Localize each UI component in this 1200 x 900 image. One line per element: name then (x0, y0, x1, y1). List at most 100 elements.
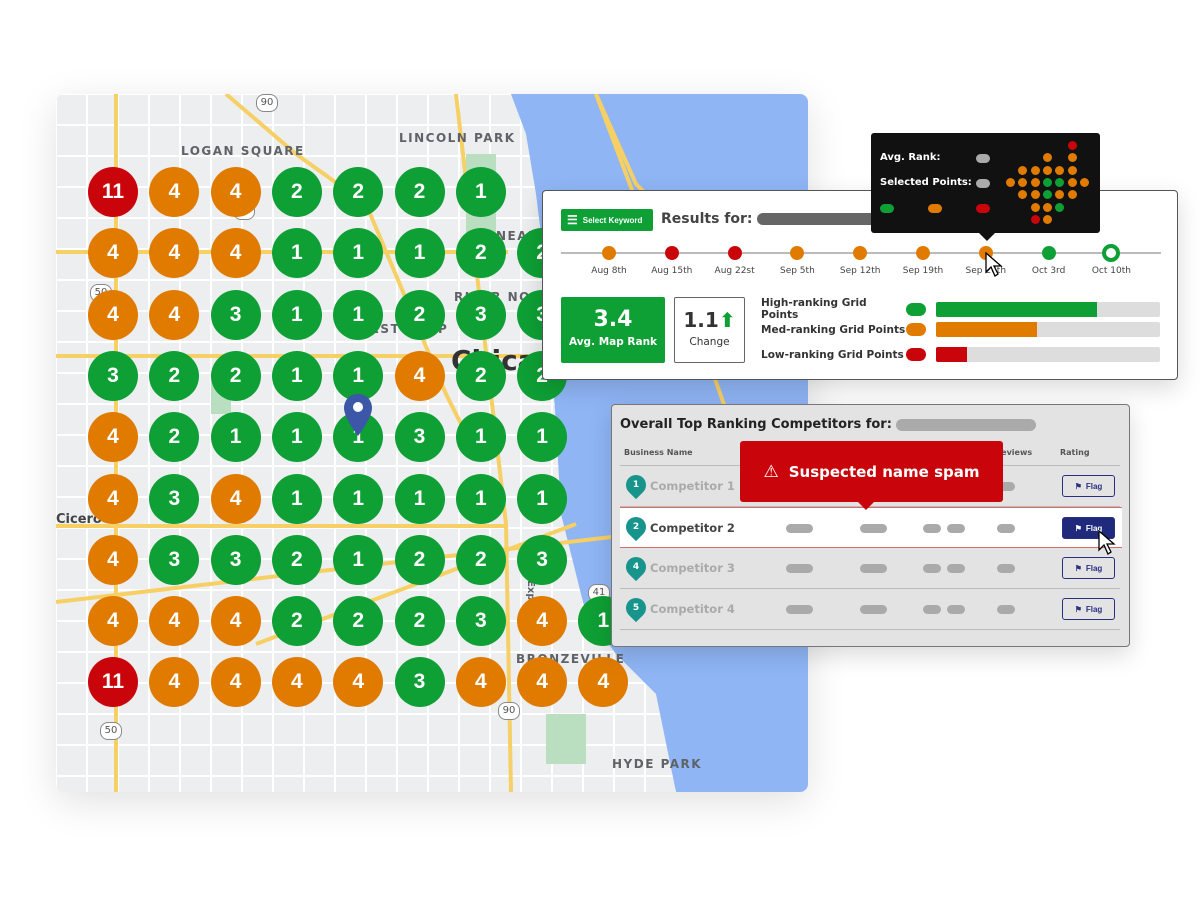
grid-point[interactable]: 1 (455, 167, 506, 217)
timeline-point[interactable] (602, 246, 616, 260)
grid-point[interactable]: 2 (333, 596, 384, 647)
ranking-swatch (906, 302, 926, 316)
competitor-row[interactable]: 2 Competitor 2 ⚑ Flag (620, 507, 1122, 548)
grid-point[interactable]: 4 (210, 596, 261, 647)
grid-point[interactable]: 4 (271, 657, 322, 708)
grid-point[interactable]: 4 (88, 289, 138, 340)
grid-point[interactable]: 4 (210, 657, 261, 708)
grid-point[interactable]: 1 (271, 350, 322, 401)
grid-point[interactable]: 2 (333, 167, 384, 217)
competitor-name: Competitor 4 (650, 602, 735, 616)
grid-point[interactable]: 3 (149, 534, 200, 585)
grid-point[interactable]: 4 (149, 289, 200, 340)
grid-point[interactable]: 4 (88, 412, 138, 463)
timeline-point[interactable] (790, 246, 805, 260)
grid-point[interactable]: 1 (517, 473, 568, 524)
map-label-lincoln-park: LINCOLN PARK (399, 131, 516, 145)
grid-point[interactable]: 1 (517, 412, 568, 463)
grid-point[interactable]: 1 (210, 412, 261, 463)
rank-pin-icon: 1 (621, 470, 651, 500)
grid-point[interactable]: 1 (455, 473, 506, 524)
grid-point[interactable]: 3 (210, 534, 261, 585)
mini-grid-point (1030, 202, 1040, 212)
mini-grid-point (1018, 190, 1028, 200)
grid-point[interactable]: 4 (88, 473, 138, 524)
map-label-hyde-park: HYDE PARK (612, 757, 703, 771)
mini-grid-point (1030, 190, 1040, 200)
mini-grid-point (1067, 141, 1077, 150)
legend-high (880, 204, 894, 213)
grid-point[interactable]: 1 (333, 289, 384, 340)
grid-point[interactable]: 1 (455, 412, 506, 463)
grid-point[interactable]: 1 (271, 228, 322, 279)
timeline-point[interactable] (853, 246, 868, 260)
mouse-cursor-icon (1098, 530, 1116, 555)
grid-point[interactable]: 3 (394, 412, 445, 463)
ranking-swatch (906, 323, 926, 336)
timeline-point[interactable] (1041, 246, 1056, 260)
grid-point[interactable]: 4 (210, 473, 261, 524)
grid-point[interactable]: 3 (88, 350, 138, 401)
grid-point[interactable]: 4 (210, 167, 261, 217)
grid-point[interactable]: 11 (88, 167, 138, 217)
ranking-bar-row: Low-ranking Grid Points (761, 347, 1160, 362)
mini-grid-point (1055, 190, 1065, 200)
grid-point[interactable]: 1 (394, 473, 445, 524)
grid-point[interactable]: 4 (210, 228, 261, 279)
select-keyword-button[interactable]: ☰ Select Keyword (561, 209, 653, 231)
grid-point[interactable]: 2 (271, 167, 322, 217)
mini-grid-point (1042, 153, 1052, 163)
grid-point[interactable]: 2 (394, 534, 445, 585)
grid-point[interactable]: 3 (455, 289, 506, 340)
grid-point[interactable]: 1 (333, 473, 384, 524)
mini-grid-point (1067, 153, 1077, 163)
flag-button[interactable]: ⚑ Flag (1062, 557, 1115, 579)
grid-point[interactable]: 2 (394, 167, 445, 217)
grid-point[interactable]: 2 (271, 534, 322, 585)
competitor-row[interactable]: 4 Competitor 3 ⚑ Flag (620, 548, 1120, 589)
grid-point[interactable]: 3 (455, 596, 506, 647)
grid-point[interactable]: 4 (88, 596, 138, 647)
grid-point[interactable]: 1 (394, 228, 445, 279)
timeline-point[interactable] (1102, 244, 1121, 262)
highway-shield: 90 (256, 94, 278, 112)
mini-grid-point (1042, 165, 1052, 175)
grid-point[interactable]: 1 (333, 534, 384, 585)
spam-warning-tooltip: ⚠ Suspected name spam (740, 441, 1003, 510)
rank-pin-icon: 5 (621, 593, 651, 623)
grid-point[interactable]: 1 (271, 473, 322, 524)
grid-point[interactable]: 2 (271, 596, 322, 647)
mini-grid-point (1067, 190, 1077, 200)
grid-point[interactable]: 3 (149, 473, 200, 524)
grid-point[interactable]: 2 (455, 534, 506, 585)
grid-point[interactable]: 4 (517, 596, 568, 647)
grid-point[interactable]: 2 (394, 289, 445, 340)
competitor-row[interactable]: 5 Competitor 4 ⚑ Flag (620, 589, 1120, 630)
grid-point[interactable]: 4 (88, 534, 138, 585)
grid-point[interactable]: 2 (455, 228, 506, 279)
grid-point[interactable]: 4 (394, 350, 445, 401)
flag-button[interactable]: ⚑ Flag (1062, 475, 1115, 497)
grid-point[interactable]: 2 (210, 350, 261, 401)
grid-point[interactable]: 2 (455, 350, 506, 401)
grid-point[interactable]: 1 (271, 412, 322, 463)
grid-point[interactable]: 4 (455, 657, 506, 708)
mini-grid-point (1030, 177, 1040, 187)
grid-point[interactable]: 3 (210, 289, 261, 340)
timeline-date-label: Sep 12th (839, 266, 881, 276)
grid-point[interactable]: 3 (394, 657, 445, 708)
grid-point[interactable]: 4 (88, 228, 138, 279)
timeline-point[interactable] (727, 246, 742, 260)
timeline-date-label: Sep 5th (779, 266, 815, 276)
grid-point[interactable]: 2 (394, 596, 445, 647)
grid-point[interactable]: 3 (517, 534, 568, 585)
timeline-point[interactable] (916, 246, 930, 260)
grid-point[interactable]: 4 (149, 167, 200, 217)
timeline-point[interactable] (664, 246, 679, 260)
flag-button[interactable]: ⚑ Flag (1062, 598, 1115, 620)
highway-shield: 90 (498, 702, 520, 720)
grid-point[interactable]: 1 (271, 289, 322, 340)
mini-grid-point (1042, 190, 1052, 200)
ranking-bar-fill (936, 301, 1098, 317)
grid-point[interactable]: 2 (149, 350, 200, 401)
